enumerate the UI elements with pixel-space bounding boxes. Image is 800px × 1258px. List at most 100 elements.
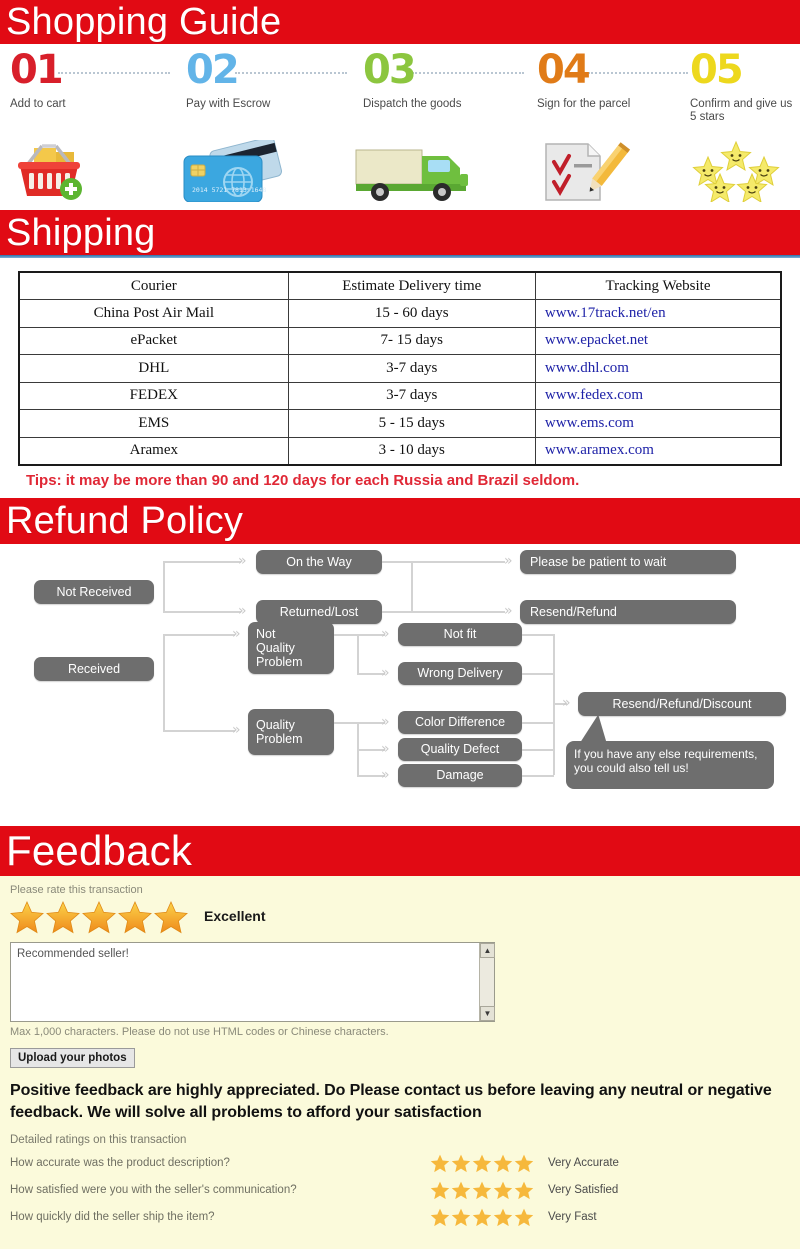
star-icon[interactable] (472, 1154, 492, 1173)
star-icon[interactable] (514, 1181, 534, 1200)
star-icon[interactable] (118, 900, 152, 934)
star-icon[interactable] (493, 1208, 513, 1227)
detailed-rating-row: How accurate was the product description… (10, 1154, 790, 1173)
cell-courier: ePacket (18, 326, 289, 355)
refund-policy-banner: Refund Policy (0, 497, 800, 544)
star-icon[interactable] (451, 1208, 471, 1227)
shipping-title: Shipping (6, 211, 156, 254)
cell-time: 3-7 days (287, 381, 536, 410)
star-icon[interactable] (10, 900, 44, 934)
detailed-star-rating[interactable] (430, 1208, 534, 1227)
star-icon[interactable] (514, 1154, 534, 1173)
shopping-guide-steps: 01 Add to cart 02 Pay with Escrow 2014 5… (0, 44, 800, 210)
star-icon[interactable] (154, 900, 188, 934)
cell-tracking-link[interactable]: www.17track.net/en (534, 299, 782, 328)
flow-node-on-the-way: On the Way (256, 549, 382, 574)
overall-rating-label: Excellent (204, 907, 266, 924)
star-icon[interactable] (430, 1208, 450, 1227)
star-icon[interactable] (82, 900, 116, 934)
guide-step-1: 01 Add to cart (10, 44, 170, 126)
shopping-guide-title: Shopping Guide (6, 1, 282, 43)
step-label-4: Sign for the parcel (537, 98, 631, 110)
flow-line (522, 672, 554, 675)
step-label-3: Dispatch the goods (363, 98, 462, 110)
flow-line (163, 560, 165, 613)
star-icon[interactable] (493, 1154, 513, 1173)
flow-line (522, 748, 554, 751)
comment-scrollbar[interactable]: ▲ ▼ (479, 942, 495, 1021)
cell-courier: FEDEX (18, 381, 289, 410)
feedback-comment-box[interactable]: Recommended seller! ▲ ▼ (10, 941, 495, 1022)
five-stars-icon (684, 140, 792, 207)
star-icon[interactable] (493, 1181, 513, 1200)
flow-arrow-icon: » (504, 552, 513, 569)
feedback-comment-value[interactable]: Recommended seller! (11, 943, 494, 965)
detailed-rating-question: How satisfied were you with the seller's… (10, 1184, 297, 1196)
listing-page: Shopping Guide 01 Add to cart 02 Pay wit… (0, 0, 800, 1258)
flow-line (163, 633, 165, 732)
detailed-rating-question: How accurate was the product description… (10, 1157, 230, 1169)
cell-time: 5 - 15 days (287, 409, 536, 438)
guide-step-2: 02 Pay with Escrow (186, 44, 346, 126)
detailed-rating-question: How quickly did the seller ship the item… (10, 1211, 215, 1223)
guide-step-4: 04 Sign for the parcel (537, 44, 697, 126)
flow-node-color-difference: Color Difference (398, 710, 522, 734)
refund-flowchart: Not Received » » On the Way Returned/Los… (0, 543, 800, 826)
table-header-row: Courier Estimate Delivery time Tracking … (18, 271, 782, 300)
flow-node-received: Received (34, 656, 154, 681)
flow-line (357, 633, 359, 674)
flow-line (522, 633, 554, 636)
flow-arrow-icon: » (381, 766, 390, 783)
detailed-star-rating[interactable] (430, 1181, 534, 1200)
flow-arrow-icon: » (381, 740, 390, 757)
detailed-star-rating[interactable] (430, 1154, 534, 1173)
star-icon[interactable] (514, 1208, 534, 1227)
positive-feedback-note: Positive feedback are highly appreciated… (10, 1081, 772, 1121)
detailed-rating-label: Very Accurate (548, 1157, 619, 1169)
shopping-guide-banner: Shopping Guide (0, 0, 800, 44)
flow-line (411, 560, 413, 613)
flow-line (411, 560, 505, 563)
cell-tracking-link[interactable]: www.ems.com (534, 409, 782, 438)
star-icon[interactable] (430, 1181, 450, 1200)
flow-line (522, 721, 554, 724)
feedback-title: Feedback (6, 826, 193, 874)
table-row: Aramex 3 - 10 days www.aramex.com (18, 436, 782, 465)
star-icon[interactable] (46, 900, 80, 934)
cell-tracking-link[interactable]: www.fedex.com (534, 381, 782, 410)
flow-arrow-icon: » (238, 602, 247, 619)
flow-arrow-icon: » (232, 625, 241, 642)
header-delivery: Estimate Delivery time (287, 271, 536, 300)
flow-node-not-received: Not Received (34, 579, 154, 604)
flow-node-resend-refund: Resend/Refund (520, 599, 736, 624)
star-icon[interactable] (472, 1208, 492, 1227)
star-icon[interactable] (430, 1154, 450, 1173)
star-icon[interactable] (451, 1181, 471, 1200)
flow-arrow-icon: » (238, 552, 247, 569)
star-icon[interactable] (472, 1181, 492, 1200)
step-number-3: 03 (363, 47, 417, 93)
step-label-1: Add to cart (10, 98, 66, 110)
cell-courier: Aramex (18, 436, 289, 465)
upload-photos-button[interactable]: Upload your photos (10, 1047, 135, 1068)
scroll-down-icon[interactable]: ▼ (480, 1005, 495, 1021)
shipping-section: Courier Estimate Delivery time Tracking … (0, 258, 800, 489)
cell-tracking-link[interactable]: www.aramex.com (534, 436, 782, 465)
cell-time: 3-7 days (287, 354, 536, 383)
cell-courier: China Post Air Mail (18, 299, 289, 328)
shipping-tips: Tips: it may be more than 90 and 120 day… (26, 471, 580, 489)
flow-node-returned-lost: Returned/Lost (256, 599, 382, 624)
scroll-up-icon[interactable]: ▲ (480, 942, 495, 958)
flow-line (334, 721, 358, 724)
overall-star-rating[interactable] (10, 900, 188, 934)
star-icon[interactable] (451, 1154, 471, 1173)
flow-node-resend-refund-discount: Resend/Refund/Discount (578, 691, 786, 716)
flow-node-quality-problem: Quality Problem (248, 708, 334, 755)
cell-tracking-link[interactable]: www.epacket.net (534, 326, 782, 355)
feedback-panel: Please rate this transaction Excellent R… (0, 875, 800, 1249)
guide-step-5: 05 Confirm and give us 5 stars (690, 44, 800, 126)
sign-document-icon (528, 140, 640, 207)
step-label-2: Pay with Escrow (186, 98, 271, 110)
shipping-banner: Shipping (0, 210, 800, 255)
cell-tracking-link[interactable]: www.dhl.com (534, 354, 782, 383)
